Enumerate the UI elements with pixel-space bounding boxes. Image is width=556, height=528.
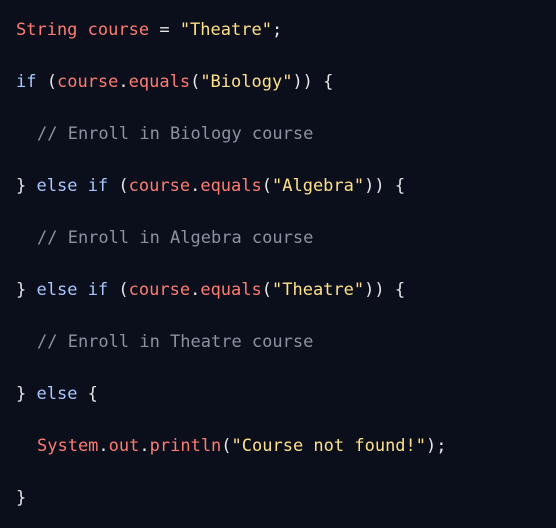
code-token: println xyxy=(149,436,222,456)
code-token: else xyxy=(36,280,78,300)
code-token: "Algebra" xyxy=(272,176,365,196)
code-token: ( xyxy=(190,72,201,92)
code-token: )) { xyxy=(364,176,406,196)
code-token: )) { xyxy=(364,280,406,300)
code-line-1: String course = "Theatre"; xyxy=(16,18,282,42)
code-token: "Course not found!" xyxy=(231,436,427,456)
code-token: ( xyxy=(36,72,57,92)
code-token: ( xyxy=(108,280,129,300)
code-token: ( xyxy=(108,176,129,196)
code-line-7: // Enroll in Theatre course xyxy=(16,330,313,354)
code-token: ( xyxy=(261,176,272,196)
code-token: ; xyxy=(271,20,283,40)
code-token: "Theatre" xyxy=(272,280,365,300)
code-line-10: } xyxy=(16,486,26,510)
code-token: equals xyxy=(128,72,191,92)
code-line-3: // Enroll in Biology course xyxy=(16,122,313,146)
code-token: = xyxy=(149,20,180,40)
code-token: // Enroll in Algebra course xyxy=(37,228,314,248)
code-token: else xyxy=(36,384,78,404)
code-token: } xyxy=(16,176,37,196)
code-token: )) { xyxy=(292,72,334,92)
code-token: course xyxy=(56,72,119,92)
code-token: "Biology" xyxy=(200,72,293,92)
code-line-9: System.out.println("Course not found!"); xyxy=(16,434,447,458)
code-line-5: // Enroll in Algebra course xyxy=(16,226,313,250)
code-token: if xyxy=(87,280,109,300)
code-token: ( xyxy=(221,436,232,456)
code-line-8: } else { xyxy=(16,382,98,406)
code-token: . xyxy=(98,436,109,456)
code-token: "Theatre" xyxy=(179,20,272,40)
code-token: . xyxy=(139,436,150,456)
code-token: equals xyxy=(200,280,262,300)
code-token: equals xyxy=(200,176,262,196)
code-token: } xyxy=(16,384,37,404)
code-token: course xyxy=(87,20,150,40)
code-token: ( xyxy=(261,280,272,300)
code-token: { xyxy=(77,384,98,404)
code-token: System xyxy=(37,436,99,456)
code-token: if xyxy=(16,72,37,92)
code-token: course xyxy=(128,176,191,196)
code-token: . xyxy=(190,280,201,300)
code-line-2: if (course.equals("Biology")) { xyxy=(16,70,333,94)
code-block: String course = "Theatre"; if (course.eq… xyxy=(0,0,556,528)
code-token: // Enroll in Biology course xyxy=(37,124,314,144)
code-line-4: } else if (course.equals("Algebra")) { xyxy=(16,174,405,198)
code-token: // Enroll in Theatre course xyxy=(37,332,314,352)
code-token: } xyxy=(16,488,27,508)
code-token: ); xyxy=(426,436,447,456)
code-token: String xyxy=(16,20,78,40)
code-token: if xyxy=(87,176,109,196)
code-token: course xyxy=(128,280,191,300)
code-token: . xyxy=(118,72,129,92)
code-token: else xyxy=(36,176,78,196)
code-token: } xyxy=(16,280,37,300)
code-line-6: } else if (course.equals("Theatre")) { xyxy=(16,278,405,302)
code-token: . xyxy=(190,176,201,196)
code-token: out xyxy=(108,436,140,456)
